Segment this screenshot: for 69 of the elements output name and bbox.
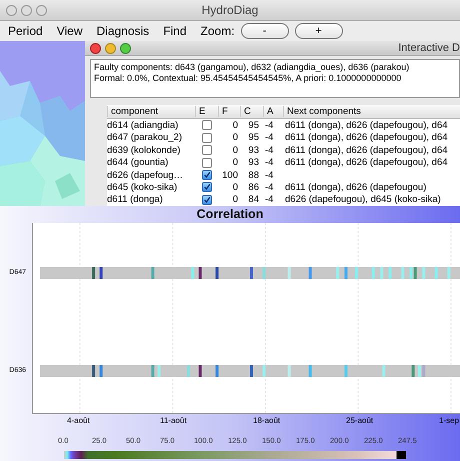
checkbox[interactable] <box>202 170 212 180</box>
table-cell-text: d611 (donga) <box>107 194 164 206</box>
table-cell-text: d626 (dapefoug… <box>107 170 184 181</box>
axis-label: 18-août <box>253 416 280 425</box>
column-header[interactable]: Next components <box>283 106 460 118</box>
table-cell-text: 0 <box>232 157 239 168</box>
checkbox[interactable] <box>202 120 212 130</box>
table-cell-text: 0 <box>232 144 239 156</box>
column-header[interactable]: A <box>263 106 283 118</box>
column-header[interactable]: E <box>195 106 218 118</box>
checkbox[interactable] <box>202 145 212 156</box>
table-cell-text: 88 <box>247 170 260 181</box>
axis-label: 11-août <box>160 416 187 425</box>
table-cell-text: d611 (donga), d626 (dapefougou), d64 <box>285 132 449 144</box>
zoom-button[interactable]: + <box>294 23 343 39</box>
window-title: HydroDiag <box>202 3 258 17</box>
table-cell-text: 95 <box>247 120 260 131</box>
checkbox[interactable] <box>202 132 212 143</box>
column-header[interactable]: component <box>107 106 195 118</box>
table-cell-text: d611 (donga), d626 (dapefougou), d64 <box>285 144 449 156</box>
table-cell-text: d611 (donga), d626 (dapefougou) <box>285 182 428 193</box>
column-header[interactable]: F <box>218 106 240 118</box>
zoom-label: Zoom: <box>200 24 235 38</box>
axis-label: 1-sep <box>439 416 460 425</box>
checkbox[interactable] <box>202 158 212 168</box>
column-header[interactable]: C <box>240 106 263 118</box>
table-cell-text: -4 <box>264 170 274 181</box>
menu-item[interactable]: Diagnosis <box>96 24 150 38</box>
axis-label: 25-août <box>346 416 374 425</box>
checkbox[interactable] <box>202 194 212 205</box>
minimize-button[interactable] <box>105 42 116 54</box>
table-cell-text: -4 <box>264 182 274 193</box>
zoom-button[interactable] <box>120 42 131 54</box>
table-cell-text: 95 <box>247 132 260 144</box>
dialog-title: Interactive D <box>398 42 460 54</box>
table-cell-text: d644 (gountia) <box>107 157 170 168</box>
table-cell-text: 0 <box>232 182 239 193</box>
menu-item[interactable]: Period <box>8 24 43 38</box>
menu-item[interactable]: Find <box>163 24 187 38</box>
table-cell-text: d645 (koko-sika) <box>107 182 178 193</box>
table-cell-text: -4 <box>264 157 274 168</box>
table-cell-text: -4 <box>264 132 274 144</box>
zoom-button[interactable]: - <box>240 23 289 39</box>
table-cell-text: 93 <box>247 157 260 168</box>
minimize-button[interactable] <box>21 4 32 16</box>
table-cell-text: -4 <box>264 144 274 156</box>
table-cell-text: 0 <box>232 132 239 144</box>
table-cell-text: d611 (donga), d626 (dapefougou), d64 <box>285 157 449 168</box>
zoom-button[interactable] <box>36 4 47 16</box>
chart-title: Correlation <box>196 207 264 221</box>
table-cell-text: d614 (adiangdia) <box>107 120 180 131</box>
summary-text-area[interactable]: Faulty components: d643 (gangamou), d632 (adiangdia_oues), d636 (parakou) Formal: 0.0%, Contextual: 95.45454545454545%, A priori: 0.1000000000000 <box>90 59 460 98</box>
close-button[interactable] <box>90 42 101 54</box>
table-cell-text: d647 (parakou_2) <box>107 132 183 144</box>
table-cell-text: 0 <box>232 120 239 131</box>
axis-label: 4-août <box>67 416 90 425</box>
table-cell-text: d639 (kolokonde) <box>107 144 182 156</box>
table-cell-text: 0 <box>232 194 239 206</box>
table-cell-text: 86 <box>247 182 260 193</box>
checkbox[interactable] <box>202 182 212 192</box>
table-cell-text: d611 (donga), d626 (dapefougou), d64 <box>285 120 449 131</box>
table-cell-text: -4 <box>264 194 274 206</box>
table-cell-text: d626 (dapefougou), d645 (koko-sika) <box>285 194 442 206</box>
table-cell-text: 84 <box>247 194 260 206</box>
close-button[interactable] <box>6 4 17 16</box>
table-cell-text: 100 <box>221 170 239 181</box>
table-cell-text: -4 <box>264 120 274 131</box>
table-cell-text: 93 <box>247 144 260 156</box>
menu-item[interactable]: View <box>56 24 82 38</box>
